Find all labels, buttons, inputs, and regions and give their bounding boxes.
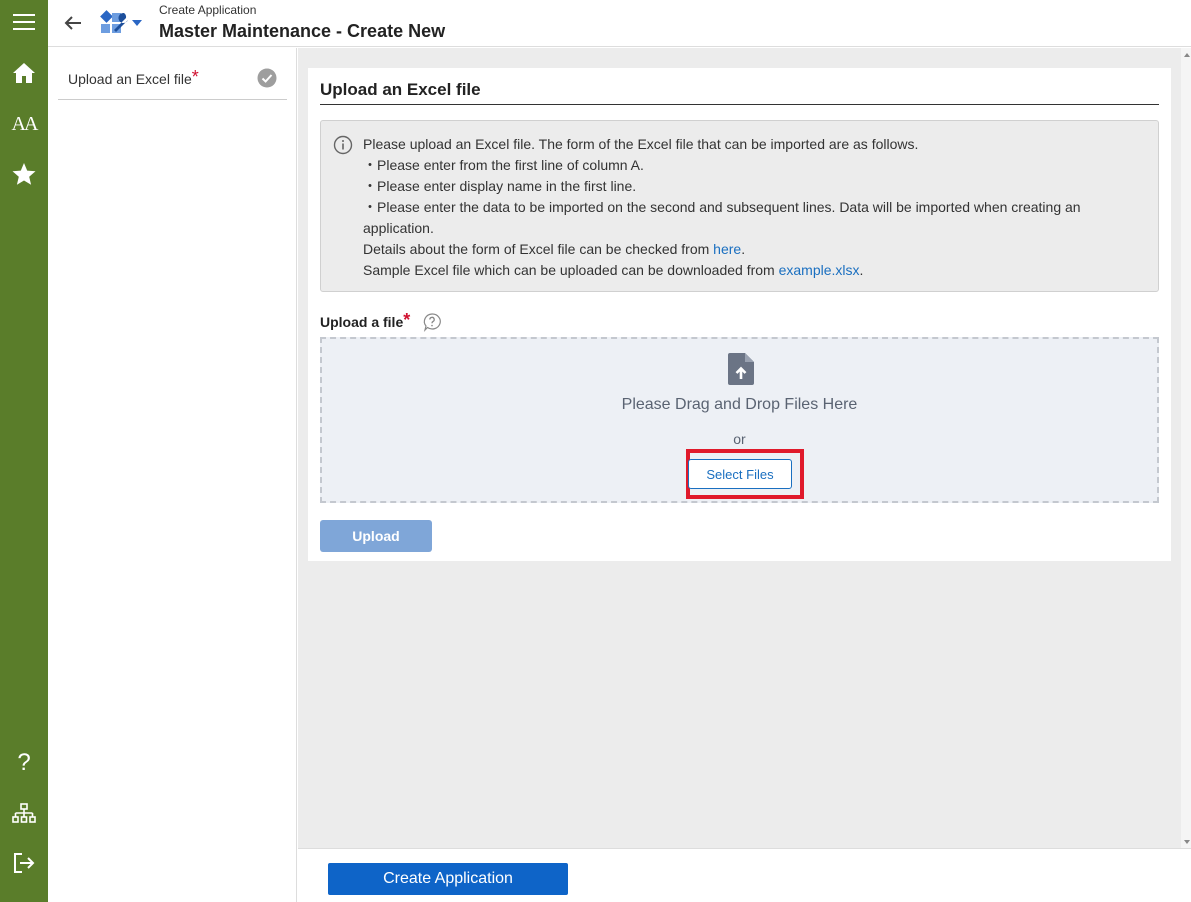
info-text: Please upload an Excel file. The form of… [363,136,1081,278]
check-circle-icon [257,68,277,88]
step-item-upload-excel[interactable]: Upload an Excel file* [58,62,287,100]
font-size-icon: AA [11,112,39,135]
logout-button[interactable] [0,841,48,885]
help-button[interactable]: ? [0,741,48,785]
info-icon [333,135,353,155]
upload-file-label: Upload a file* [320,310,411,330]
footer-bar: Create Application [298,848,1191,902]
page-header: Create Application Master Maintenance - … [48,0,1191,47]
favorites-button[interactable] [0,152,48,196]
home-button[interactable] [0,51,48,95]
logout-icon [14,853,35,873]
sample-file-link[interactable]: example.xlsx [779,262,860,278]
section-title: Upload an Excel file [320,80,1159,105]
page-title: Master Maintenance - Create New [159,21,446,41]
info-box: Please upload an Excel file. The form of… [320,120,1159,292]
help-icon: ? [17,749,31,776]
step-item-label: Upload an Excel file* [68,67,199,87]
file-dropzone[interactable]: Please Drag and Drop Files Here or Selec… [320,337,1159,503]
step-sidebar: Upload an Excel file* [48,48,297,902]
chevron-down-icon [132,20,142,26]
star-icon [12,163,36,185]
menu-button[interactable] [0,0,48,44]
scroll-down-arrow-icon[interactable] [1184,840,1190,844]
details-link[interactable]: here [713,241,741,257]
font-size-button[interactable]: AA [0,102,48,146]
vertical-scrollbar[interactable] [1181,48,1191,848]
help-bubble-icon[interactable] [422,312,442,332]
sitemap-icon [12,803,36,823]
file-upload-icon [728,353,754,385]
select-files-button[interactable]: Select Files [688,459,792,489]
home-icon [13,63,35,83]
or-separator: or [733,431,746,447]
upload-button[interactable]: Upload [320,520,432,552]
sitemap-button[interactable] [0,792,48,836]
upload-card: Upload an Excel file Please upload an Ex… [308,68,1171,561]
back-button[interactable] [60,10,86,36]
menu-icon [13,14,35,30]
scroll-up-arrow-icon[interactable] [1184,53,1190,57]
create-application-button[interactable]: Create Application [328,863,568,895]
left-rail: AA ? [0,0,48,902]
breadcrumb: Create Application [159,3,257,17]
app-menu-button[interactable] [98,8,142,38]
arrow-left-icon [64,16,81,30]
required-mark: * [191,67,199,87]
drop-instructions: Please Drag and Drop Files Here [621,396,858,413]
required-mark: * [403,310,411,330]
